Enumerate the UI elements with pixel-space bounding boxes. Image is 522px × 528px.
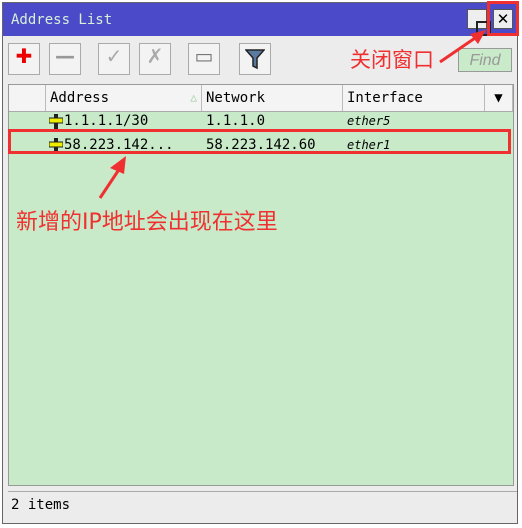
close-window-annotation: 关闭窗口 [350, 48, 434, 72]
new-ip-annotation: 新增的IP地址会出现在这里 [16, 210, 278, 235]
annotation-arrows [98, 30, 486, 199]
